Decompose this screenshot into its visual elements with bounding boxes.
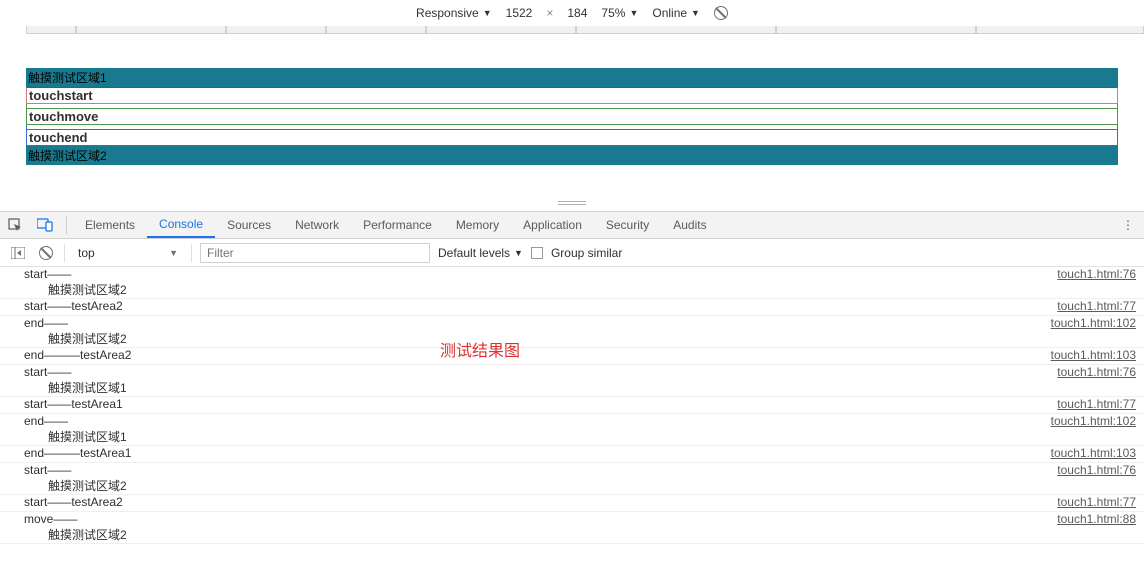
- devtools-tabs: ElementsConsoleSourcesNetworkPerformance…: [0, 211, 1144, 239]
- caret-down-icon: ▼: [514, 248, 523, 258]
- touch-area-1[interactable]: 触摸测试区域1: [26, 68, 1118, 87]
- tab-performance[interactable]: Performance: [351, 212, 444, 238]
- log-levels-label: Default levels: [438, 246, 510, 260]
- tab-audits[interactable]: Audits: [661, 212, 718, 238]
- console-log-area: 测试结果图 start——触摸测试区域2touch1.html:76start—…: [0, 267, 1144, 544]
- rotate-icon[interactable]: [714, 6, 728, 20]
- log-message: end——触摸测试区域2: [24, 316, 1051, 347]
- zoom-selector[interactable]: 75% ▼: [601, 6, 638, 20]
- log-source-link[interactable]: touch1.html:103: [1051, 446, 1136, 460]
- console-log-row: start——触摸测试区域2touch1.html:76: [0, 267, 1144, 299]
- console-log-row: end——触摸测试区域1touch1.html:102: [0, 414, 1144, 446]
- page-viewport: 触摸测试区域1 touchstart touchmove touchend 触摸…: [26, 68, 1118, 165]
- toggle-device-icon[interactable]: [30, 212, 60, 238]
- tab-security[interactable]: Security: [594, 212, 661, 238]
- log-source-link[interactable]: touch1.html:88: [1057, 512, 1136, 526]
- inspect-element-icon[interactable]: [0, 212, 30, 238]
- log-message: start——触摸测试区域2: [24, 267, 1057, 298]
- touchmove-band: touchmove: [26, 108, 1118, 125]
- devtools-more-icon[interactable]: ⋮: [1112, 218, 1144, 232]
- tab-console[interactable]: Console: [147, 212, 215, 238]
- console-log-row: move——触摸测试区域2touch1.html:88: [0, 512, 1144, 544]
- console-log-row: start——触摸测试区域2touch1.html:76: [0, 463, 1144, 495]
- touchend-band: touchend: [26, 129, 1118, 146]
- tab-network[interactable]: Network: [283, 212, 351, 238]
- log-source-link[interactable]: touch1.html:76: [1057, 463, 1136, 477]
- clear-console-icon[interactable]: [36, 246, 56, 260]
- log-source-link[interactable]: touch1.html:77: [1057, 397, 1136, 411]
- log-source-link[interactable]: touch1.html:103: [1051, 348, 1136, 362]
- log-message: end———testArea2: [24, 348, 1051, 362]
- context-value: top: [78, 246, 95, 260]
- log-source-link[interactable]: touch1.html:76: [1057, 365, 1136, 379]
- group-similar-checkbox[interactable]: [531, 247, 543, 259]
- device-mode-toolbar: Responsive ▼ 1522 × 184 75% ▼ Online ▼: [0, 0, 1144, 26]
- console-log-row: start——testArea2touch1.html:77: [0, 299, 1144, 316]
- tab-application[interactable]: Application: [511, 212, 594, 238]
- log-message: end———testArea1: [24, 446, 1051, 460]
- log-message: move——触摸测试区域2: [24, 512, 1057, 543]
- caret-down-icon: ▼: [169, 248, 178, 258]
- responsive-ruler: [0, 26, 1144, 44]
- log-source-link[interactable]: touch1.html:102: [1051, 414, 1136, 428]
- log-message: start——触摸测试区域1: [24, 365, 1057, 396]
- console-sidebar-toggle-icon[interactable]: [8, 247, 28, 259]
- touchstart-band: touchstart: [26, 87, 1118, 104]
- console-log-row: start——testArea2touch1.html:77: [0, 495, 1144, 512]
- console-log-row: end———testArea2touch1.html:103: [0, 348, 1144, 365]
- console-toolbar: top ▼ Default levels ▼ Group similar: [0, 239, 1144, 267]
- group-similar-label: Group similar: [551, 246, 622, 260]
- console-log-row: end——触摸测试区域2touch1.html:102: [0, 316, 1144, 348]
- device-mode-selector[interactable]: Responsive ▼: [416, 6, 492, 20]
- caret-down-icon: ▼: [483, 8, 492, 18]
- tab-elements[interactable]: Elements: [73, 212, 147, 238]
- dimension-separator: ×: [546, 6, 553, 20]
- tab-memory[interactable]: Memory: [444, 212, 511, 238]
- log-source-link[interactable]: touch1.html:77: [1057, 299, 1136, 313]
- viewport-height[interactable]: 184: [567, 6, 587, 20]
- touch-area-2[interactable]: 触摸测试区域2: [26, 146, 1118, 165]
- zoom-value: 75%: [601, 6, 625, 20]
- log-message: start——testArea2: [24, 299, 1057, 313]
- caret-down-icon: ▼: [691, 8, 700, 18]
- log-message: start——触摸测试区域2: [24, 463, 1057, 494]
- log-message: end——触摸测试区域1: [24, 414, 1051, 445]
- log-source-link[interactable]: touch1.html:77: [1057, 495, 1136, 509]
- console-log-row: end———testArea1touch1.html:103: [0, 446, 1144, 463]
- throttle-value: Online: [652, 6, 687, 20]
- devtools-resize-grip[interactable]: [558, 201, 586, 205]
- throttle-selector[interactable]: Online ▼: [652, 6, 700, 20]
- caret-down-icon: ▼: [629, 8, 638, 18]
- tab-sources[interactable]: Sources: [215, 212, 283, 238]
- log-message: start——testArea1: [24, 397, 1057, 411]
- console-filter-input[interactable]: [200, 243, 430, 263]
- log-levels-selector[interactable]: Default levels ▼: [438, 246, 523, 260]
- console-log-row: start——testArea1touch1.html:77: [0, 397, 1144, 414]
- log-message: start——testArea2: [24, 495, 1057, 509]
- device-mode-label: Responsive: [416, 6, 479, 20]
- context-selector[interactable]: top ▼: [73, 245, 183, 261]
- log-source-link[interactable]: touch1.html:76: [1057, 267, 1136, 281]
- viewport-width[interactable]: 1522: [506, 6, 533, 20]
- console-log-row: start——触摸测试区域1touch1.html:76: [0, 365, 1144, 397]
- log-source-link[interactable]: touch1.html:102: [1051, 316, 1136, 330]
